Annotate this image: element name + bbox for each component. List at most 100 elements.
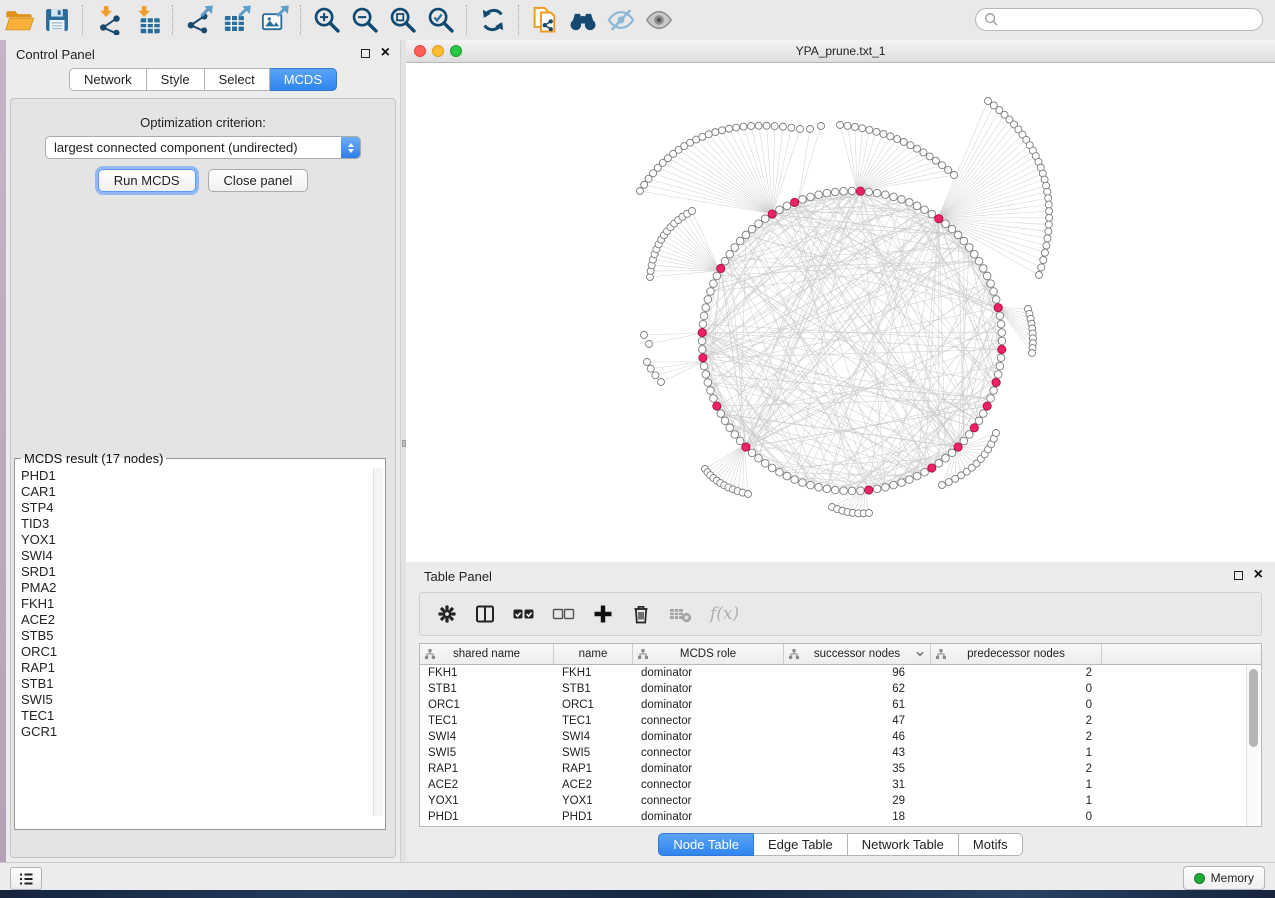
network-node[interactable]	[771, 123, 778, 130]
network-node[interactable]	[935, 460, 943, 468]
mcds-dominator-node[interactable]	[954, 443, 962, 451]
network-node[interactable]	[873, 189, 881, 197]
show-graphics-details-icon[interactable]	[640, 3, 678, 37]
network-node[interactable]	[866, 126, 873, 133]
network-node[interactable]	[761, 460, 769, 468]
network-node[interactable]	[939, 162, 946, 169]
network-node[interactable]	[898, 479, 906, 487]
network-node[interactable]	[945, 166, 952, 173]
mcds-result-item[interactable]: RAP1	[21, 660, 385, 676]
network-node[interactable]	[994, 371, 1002, 379]
network-node[interactable]	[1029, 350, 1036, 357]
network-node[interactable]	[717, 410, 725, 418]
network-node[interactable]	[1046, 214, 1053, 221]
network-node[interactable]	[652, 372, 659, 379]
network-node[interactable]	[700, 362, 708, 370]
network-node[interactable]	[866, 510, 873, 517]
network-node[interactable]	[644, 359, 651, 366]
network-node[interactable]	[996, 362, 1004, 370]
network-node[interactable]	[783, 472, 791, 480]
network-node[interactable]	[840, 187, 848, 195]
network-node[interactable]	[880, 130, 887, 137]
network-node[interactable]	[960, 237, 968, 245]
network-node[interactable]	[641, 181, 648, 188]
network-canvas[interactable]	[406, 63, 1275, 562]
mcds-dominator-node[interactable]	[768, 210, 776, 218]
network-node[interactable]	[761, 215, 769, 223]
network-node[interactable]	[776, 206, 784, 214]
network-node[interactable]	[740, 123, 747, 130]
network-node[interactable]	[983, 272, 991, 280]
mcds-dominator-node[interactable]	[994, 304, 1002, 312]
network-node[interactable]	[960, 437, 968, 445]
column-header-MCDS-role[interactable]: MCDS role	[633, 644, 784, 664]
network-node[interactable]	[647, 365, 654, 372]
network-node[interactable]	[707, 288, 715, 296]
mcds-dominator-node[interactable]	[928, 464, 936, 472]
optimization-criterion-dropdown[interactable]: largest connected component (undirected)	[45, 136, 361, 159]
network-node[interactable]	[1045, 221, 1052, 228]
network-node[interactable]	[900, 139, 907, 146]
network-node[interactable]	[807, 481, 815, 489]
network-node[interactable]	[954, 231, 962, 239]
network-node[interactable]	[731, 244, 739, 252]
network-node[interactable]	[776, 468, 784, 476]
tab-motifs[interactable]: Motifs	[959, 833, 1023, 856]
mcds-result-list[interactable]: PHD1CAR1STP4TID3YOX1SWI4SRD1PMA2FKH1ACE2…	[15, 466, 385, 820]
zoom-fit-icon[interactable]	[384, 3, 422, 37]
network-node[interactable]	[831, 486, 839, 494]
network-node[interactable]	[948, 449, 956, 457]
network-node[interactable]	[702, 371, 710, 379]
network-node[interactable]	[831, 188, 839, 196]
mcds-dominator-node[interactable]	[935, 215, 943, 223]
run-mcds-button[interactable]: Run MCDS	[98, 169, 196, 192]
tab-mcds[interactable]: MCDS	[270, 68, 337, 91]
table-row[interactable]: SWI5SWI5connector431	[420, 745, 1261, 761]
mcds-result-item[interactable]: SWI5	[21, 692, 385, 708]
network-node[interactable]	[726, 424, 734, 432]
network-node[interactable]	[699, 320, 707, 328]
network-node[interactable]	[1045, 201, 1052, 208]
network-node[interactable]	[993, 430, 1000, 437]
task-history-button[interactable]	[10, 867, 42, 890]
network-node[interactable]	[898, 196, 906, 204]
network-node[interactable]	[755, 220, 763, 228]
network-node[interactable]	[1045, 228, 1052, 235]
network-node[interactable]	[1044, 235, 1051, 242]
tab-network[interactable]: Network	[69, 68, 147, 91]
network-node[interactable]	[736, 437, 744, 445]
network-node[interactable]	[1041, 249, 1048, 256]
settings-gear-icon[interactable]	[436, 603, 458, 625]
network-node[interactable]	[745, 491, 752, 498]
network-node[interactable]	[913, 202, 921, 210]
mcds-result-item[interactable]: FKH1	[21, 596, 385, 612]
mcds-result-item[interactable]: GCR1	[21, 724, 385, 740]
add-column-icon[interactable]	[592, 603, 614, 625]
network-node[interactable]	[890, 481, 898, 489]
table-row[interactable]: FKH1FKH1dominator962	[420, 665, 1261, 681]
table-scrollbar-thumb[interactable]	[1249, 669, 1258, 747]
network-node[interactable]	[748, 449, 756, 457]
network-node[interactable]	[700, 312, 708, 320]
table-row[interactable]: TEC1TEC1connector472	[420, 713, 1261, 729]
network-node[interactable]	[992, 296, 1000, 304]
network-node[interactable]	[1043, 242, 1050, 249]
mcds-result-item[interactable]: SWI4	[21, 548, 385, 564]
network-node[interactable]	[965, 244, 973, 252]
mcds-result-item[interactable]: ACE2	[21, 612, 385, 628]
hide-graphics-details-icon[interactable]	[602, 3, 640, 37]
network-node[interactable]	[823, 189, 831, 197]
network-node[interactable]	[1040, 257, 1047, 264]
network-node[interactable]	[857, 487, 865, 495]
network-node[interactable]	[704, 379, 712, 387]
network-node[interactable]	[945, 479, 952, 486]
network-node[interactable]	[815, 191, 823, 199]
export-web-icon[interactable]	[526, 3, 564, 37]
network-node[interactable]	[768, 464, 776, 472]
network-node[interactable]	[932, 157, 939, 164]
network-node[interactable]	[763, 122, 770, 129]
mcds-dominator-node[interactable]	[865, 486, 873, 494]
network-node[interactable]	[965, 431, 973, 439]
network-node[interactable]	[996, 312, 1004, 320]
network-node[interactable]	[894, 136, 901, 143]
